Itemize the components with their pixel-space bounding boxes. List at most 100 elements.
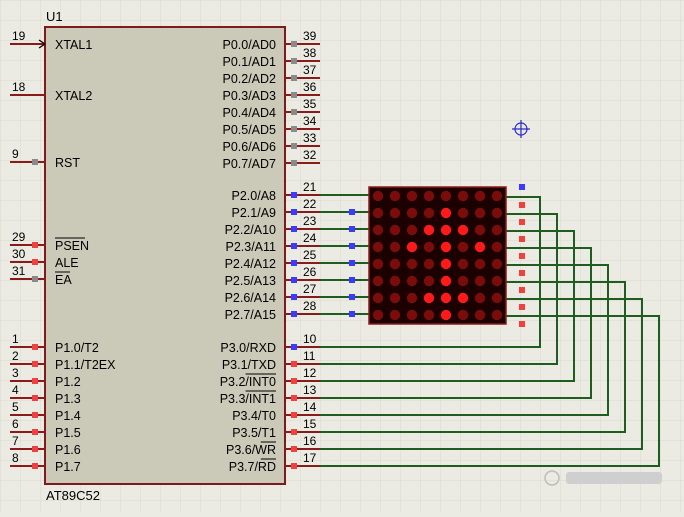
pin-state-marker bbox=[32, 395, 38, 401]
pin-name: P0.5/AD5 bbox=[222, 123, 276, 137]
matrix-col-marker bbox=[519, 321, 525, 327]
matrix-row-marker bbox=[349, 294, 355, 300]
led-dot bbox=[440, 224, 452, 236]
led-dot bbox=[406, 309, 418, 321]
pin-name: ALE bbox=[55, 256, 79, 270]
pin-number: 8 bbox=[12, 451, 19, 465]
led-dot bbox=[474, 241, 486, 253]
led-dot bbox=[372, 224, 384, 236]
pin-name: P1.2 bbox=[55, 375, 81, 389]
pin-number: 27 bbox=[303, 282, 317, 296]
pin-name: P0.0/AD0 bbox=[222, 38, 276, 52]
pin-state-marker bbox=[291, 126, 297, 132]
pin-name: P2.4/A12 bbox=[225, 257, 276, 271]
pin-number: 37 bbox=[303, 63, 317, 77]
pin-name: P0.2/AD2 bbox=[222, 72, 276, 86]
pin-state-marker bbox=[32, 259, 38, 265]
pin-state-marker bbox=[291, 260, 297, 266]
pin-state-marker bbox=[291, 192, 297, 198]
pin-name: P2.2/A10 bbox=[225, 223, 276, 237]
pin-name: P1.1/T2EX bbox=[55, 358, 116, 372]
led-dot bbox=[491, 292, 503, 304]
pin-state-marker bbox=[291, 226, 297, 232]
led-dot bbox=[474, 224, 486, 236]
led-dot bbox=[389, 207, 401, 219]
matrix-col-marker bbox=[519, 236, 525, 242]
pin-state-marker bbox=[291, 311, 297, 317]
pin-state-marker bbox=[291, 41, 297, 47]
led-dot bbox=[406, 207, 418, 219]
led-dot bbox=[423, 241, 435, 253]
pin-number: 9 bbox=[12, 147, 19, 161]
pin-name: P2.1/A9 bbox=[232, 206, 277, 220]
pin-number: 30 bbox=[12, 247, 26, 261]
pin-number: 36 bbox=[303, 80, 317, 94]
pin-name: P2.6/A14 bbox=[225, 291, 276, 305]
pin-name: P3.3/INT1 bbox=[220, 392, 276, 406]
pin-name: P0.6/AD6 bbox=[222, 140, 276, 154]
led-dot bbox=[491, 241, 503, 253]
pin-name: P3.5/T1 bbox=[232, 426, 276, 440]
led-dot bbox=[491, 258, 503, 270]
led-dot bbox=[491, 224, 503, 236]
pin-number: 19 bbox=[12, 29, 26, 43]
pin-number: 23 bbox=[303, 214, 317, 228]
pin-name: P2.7/A15 bbox=[225, 308, 276, 322]
pin-state-marker bbox=[291, 361, 297, 367]
pin-name: P3.7/RD bbox=[229, 460, 276, 474]
schematic-svg[interactable]: U1 AT89C52 19XTAL118XTAL29RST29PSEN30ALE… bbox=[0, 0, 684, 512]
pin-state-marker bbox=[32, 242, 38, 248]
led-dot bbox=[406, 241, 418, 253]
led-dot bbox=[474, 258, 486, 270]
pin-state-marker bbox=[32, 429, 38, 435]
matrix-col-marker bbox=[519, 219, 525, 225]
pin-name: P0.1/AD1 bbox=[222, 55, 276, 69]
pin-name: P2.0/A8 bbox=[232, 189, 277, 203]
led-matrix-body[interactable] bbox=[368, 186, 507, 325]
pin-state-marker bbox=[32, 361, 38, 367]
led-dot bbox=[457, 275, 469, 287]
pin-number: 3 bbox=[12, 366, 19, 380]
pin-state-marker bbox=[32, 344, 38, 350]
led-dot bbox=[406, 258, 418, 270]
pin-number: 15 bbox=[303, 417, 317, 431]
pin-number: 18 bbox=[12, 80, 26, 94]
led-dot bbox=[372, 309, 384, 321]
pin-state-marker bbox=[291, 395, 297, 401]
led-dot bbox=[474, 190, 486, 202]
led-dot bbox=[440, 292, 452, 304]
pin-state-marker bbox=[291, 412, 297, 418]
led-dot bbox=[389, 241, 401, 253]
schematic-canvas[interactable]: U1 AT89C52 19 XTAL1 18 XTAL2 9 RST 29 PSEN 30 ALE… bbox=[0, 0, 684, 512]
pin-number: 26 bbox=[303, 265, 317, 279]
matrix-row-marker bbox=[349, 260, 355, 266]
led-dot bbox=[440, 207, 452, 219]
pin-name: XTAL2 bbox=[55, 89, 92, 103]
led-dot bbox=[474, 275, 486, 287]
led-dot bbox=[389, 275, 401, 287]
pin-state-marker bbox=[32, 412, 38, 418]
pin-state-marker bbox=[291, 160, 297, 166]
led-dot bbox=[440, 241, 452, 253]
pin-name: RST bbox=[55, 156, 80, 170]
led-dot bbox=[474, 207, 486, 219]
pin-number: 4 bbox=[12, 383, 19, 397]
pin-name: P0.4/AD4 bbox=[222, 106, 276, 120]
led-dot bbox=[389, 224, 401, 236]
led-dot bbox=[389, 309, 401, 321]
pin-name: P3.6/WR bbox=[226, 443, 276, 457]
pin-state-marker bbox=[291, 344, 297, 350]
led-dot bbox=[372, 241, 384, 253]
pin-number: 38 bbox=[303, 46, 317, 60]
pin-name: PSEN bbox=[55, 239, 89, 253]
matrix-row-marker bbox=[349, 226, 355, 232]
pin-number: 29 bbox=[12, 230, 26, 244]
matrix-col-marker bbox=[519, 304, 525, 310]
pin-number: 34 bbox=[303, 114, 317, 128]
led-dot bbox=[491, 190, 503, 202]
pin-name: P1.4 bbox=[55, 409, 81, 423]
led-dot bbox=[423, 207, 435, 219]
pin-name: P3.2/INT0 bbox=[220, 375, 276, 389]
pin-state-marker bbox=[291, 378, 297, 384]
pin-state-marker bbox=[291, 429, 297, 435]
